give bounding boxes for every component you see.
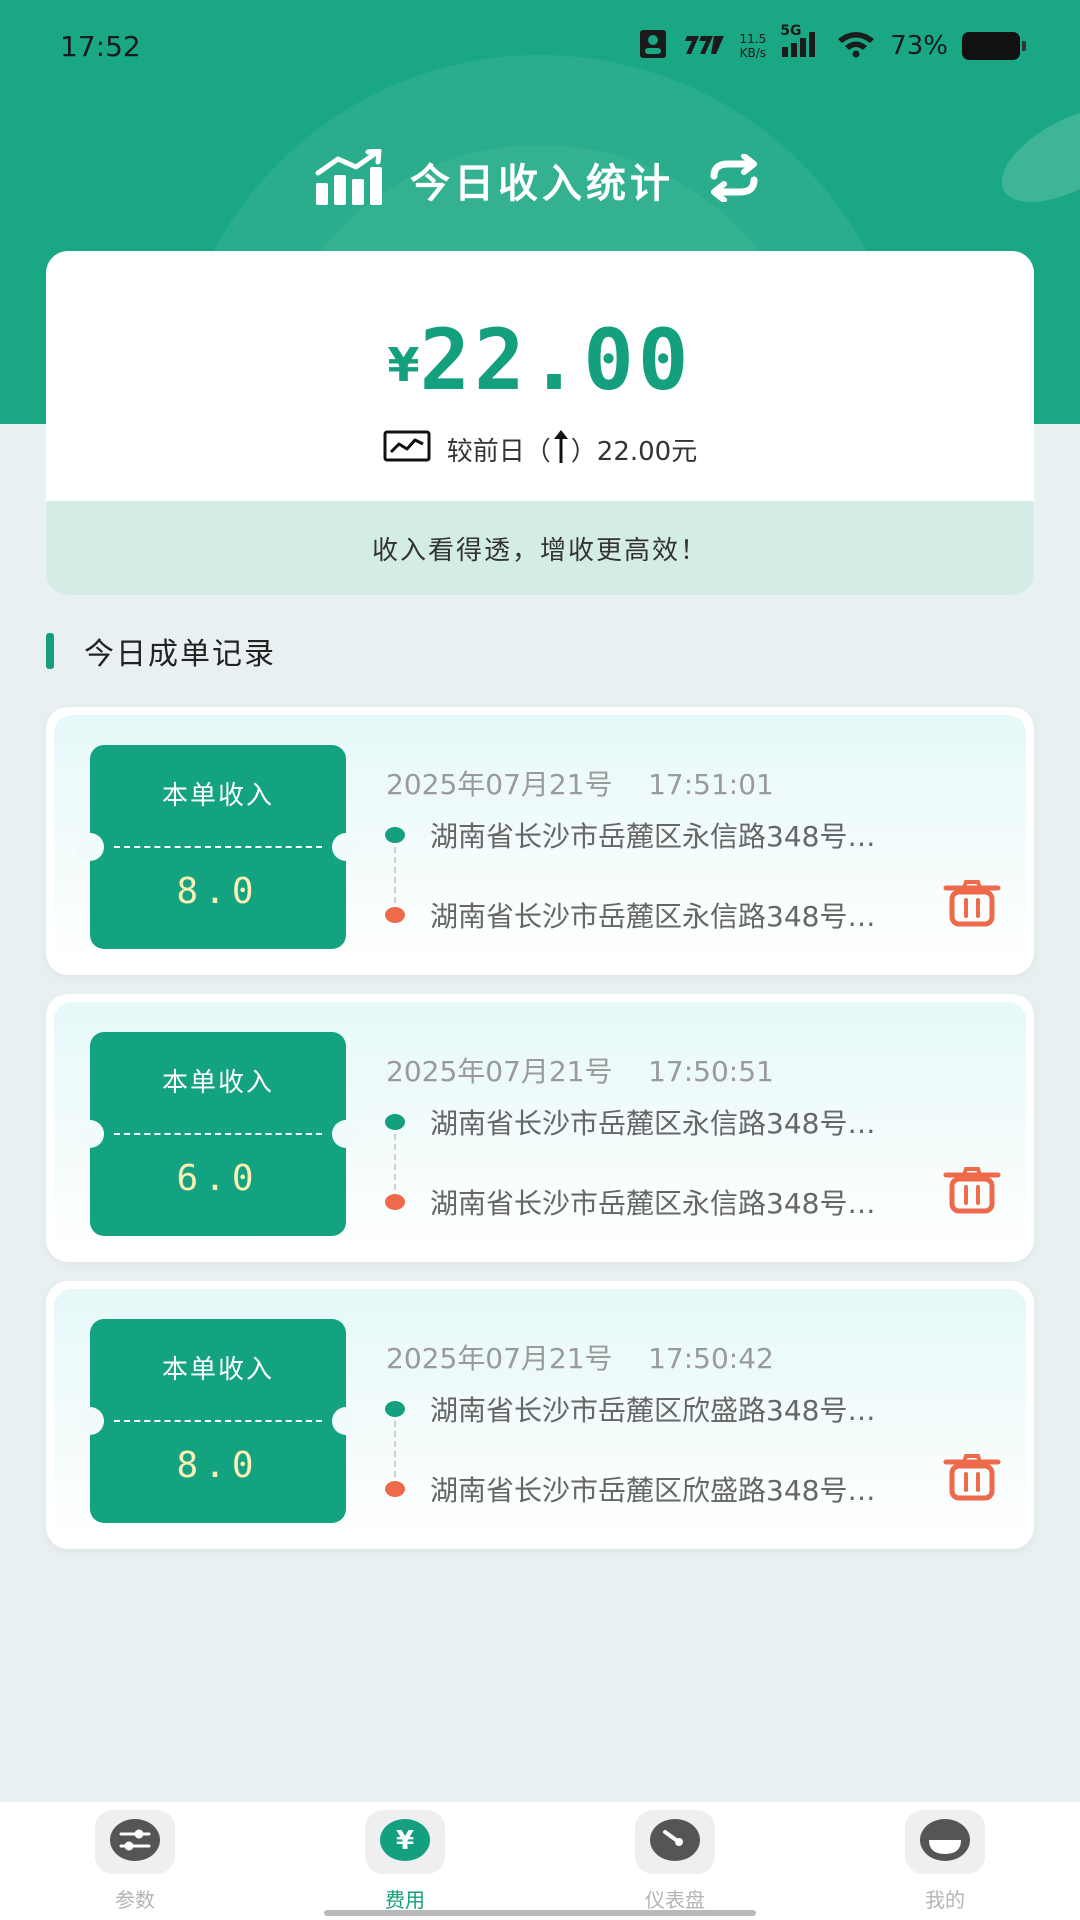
nav-label: 费用	[385, 1888, 425, 1912]
end-address: 湖南省长沙市岳麓区欣盛路348号…	[430, 1474, 876, 1507]
carrier-logo-icon	[681, 32, 725, 60]
nav-item-params[interactable]: 参数	[0, 1802, 270, 1920]
nav-label: 参数	[115, 1888, 155, 1912]
order-record-card[interactable]: 本单收入 8.0 2025年07月21号 17:51:01 湖南省长沙市岳麓区永…	[46, 707, 1034, 975]
battery-percent: 73%	[890, 31, 948, 61]
ticket-label: 本单收入	[161, 781, 274, 811]
ticket-label: 本单收入	[161, 1355, 274, 1385]
gauge-icon	[649, 1818, 701, 1866]
route-line	[394, 847, 396, 903]
start-address: 湖南省长沙市岳麓区永信路348号…	[430, 820, 876, 853]
route-line	[394, 1421, 396, 1477]
status-time: 17:52	[60, 29, 141, 63]
income-ticket: 本单收入 6.0	[76, 1032, 360, 1236]
ticket-label: 本单收入	[161, 1068, 274, 1098]
end-point-icon	[385, 1481, 405, 1497]
network-type: 5G	[780, 23, 802, 39]
end-address: 湖南省长沙市岳麓区永信路348号…	[430, 1187, 876, 1220]
order-datetime: 2025年07月21号 17:51:01	[386, 768, 774, 801]
compare-row: 较前日（ ）22.00元	[46, 427, 1034, 472]
section-header: 今日成单记录	[46, 631, 276, 672]
sliders-icon	[109, 1818, 161, 1866]
net-speed-value: 11.5	[739, 32, 767, 46]
income-ticket: 本单收入 8.0	[76, 1319, 360, 1523]
end-address: 湖南省长沙市岳麓区永信路348号…	[430, 900, 876, 933]
start-address: 湖南省长沙市岳麓区欣盛路348号…	[430, 1394, 876, 1427]
order-record-card[interactable]: 本单收入 6.0 2025年07月21号 17:50:51 湖南省长沙市岳麓区永…	[46, 994, 1034, 1262]
net-speed-unit: KB/s	[739, 46, 767, 60]
currency-symbol: ¥	[387, 338, 420, 392]
delete-icon[interactable]	[942, 1166, 1002, 1214]
today-income: ¥22.00	[46, 311, 1034, 409]
nav-item-dashboard[interactable]: 仪表盘	[540, 1802, 810, 1920]
arrow-up-icon	[551, 427, 571, 472]
home-indicator[interactable]	[324, 1910, 756, 1916]
order-datetime: 2025年07月21号 17:50:42	[386, 1342, 774, 1375]
slogan-banner: 收入看得透，增收更高效！	[46, 501, 1034, 595]
order-income: 6.0	[176, 1158, 260, 1199]
nav-label: 仪表盘	[645, 1888, 705, 1912]
delete-icon[interactable]	[942, 1453, 1002, 1501]
refresh-icon[interactable]	[700, 153, 768, 206]
wifi-icon	[836, 29, 876, 63]
bar-chart-icon	[312, 148, 384, 211]
end-point-icon	[385, 1194, 405, 1210]
bottom-nav: 参数 ¥ 费用 仪表盘 我的	[0, 1802, 1080, 1920]
svg-text:¥: ¥	[396, 1826, 414, 1856]
cellular-signal-icon: 5G	[780, 23, 822, 63]
contact-card-icon	[639, 29, 667, 63]
income-ticket: 本单收入 8.0	[76, 745, 360, 949]
profile-icon	[919, 1818, 971, 1866]
nav-item-mine[interactable]: 我的	[810, 1802, 1080, 1920]
page-title: 今日收入统计	[410, 161, 674, 207]
start-address: 湖南省长沙市岳麓区永信路348号…	[430, 1107, 876, 1140]
compare-value: ）22.00元	[570, 437, 698, 467]
section-accent-bar	[46, 633, 54, 669]
compare-label: 较前日（	[446, 437, 551, 467]
delete-icon[interactable]	[942, 879, 1002, 927]
nav-item-fees[interactable]: ¥ 费用	[270, 1802, 540, 1920]
order-record-card[interactable]: 本单收入 8.0 2025年07月21号 17:50:42 湖南省长沙市岳麓区欣…	[46, 1281, 1034, 1549]
order-income: 8.0	[176, 871, 260, 912]
page-header: 今日收入统计	[0, 140, 1080, 220]
start-point-icon	[385, 1114, 405, 1130]
income-summary-card: ¥22.00 较前日（ ）22.00元 收入看得透，增收更高效！	[46, 251, 1034, 595]
order-income: 8.0	[176, 1445, 260, 1486]
start-point-icon	[385, 827, 405, 843]
order-datetime: 2025年07月21号 17:50:51	[386, 1055, 774, 1088]
start-point-icon	[385, 1401, 405, 1417]
route-line	[394, 1134, 396, 1190]
nav-label: 我的	[925, 1888, 965, 1912]
status-bar: 17:52 11.5 KB/s 5G 73%	[0, 0, 1080, 92]
today-income-amount: 22.00	[419, 311, 693, 409]
trend-chart-icon	[383, 430, 431, 469]
battery-icon	[962, 32, 1026, 60]
end-point-icon	[385, 907, 405, 923]
yen-icon: ¥	[379, 1818, 431, 1866]
section-title: 今日成单记录	[84, 637, 276, 672]
